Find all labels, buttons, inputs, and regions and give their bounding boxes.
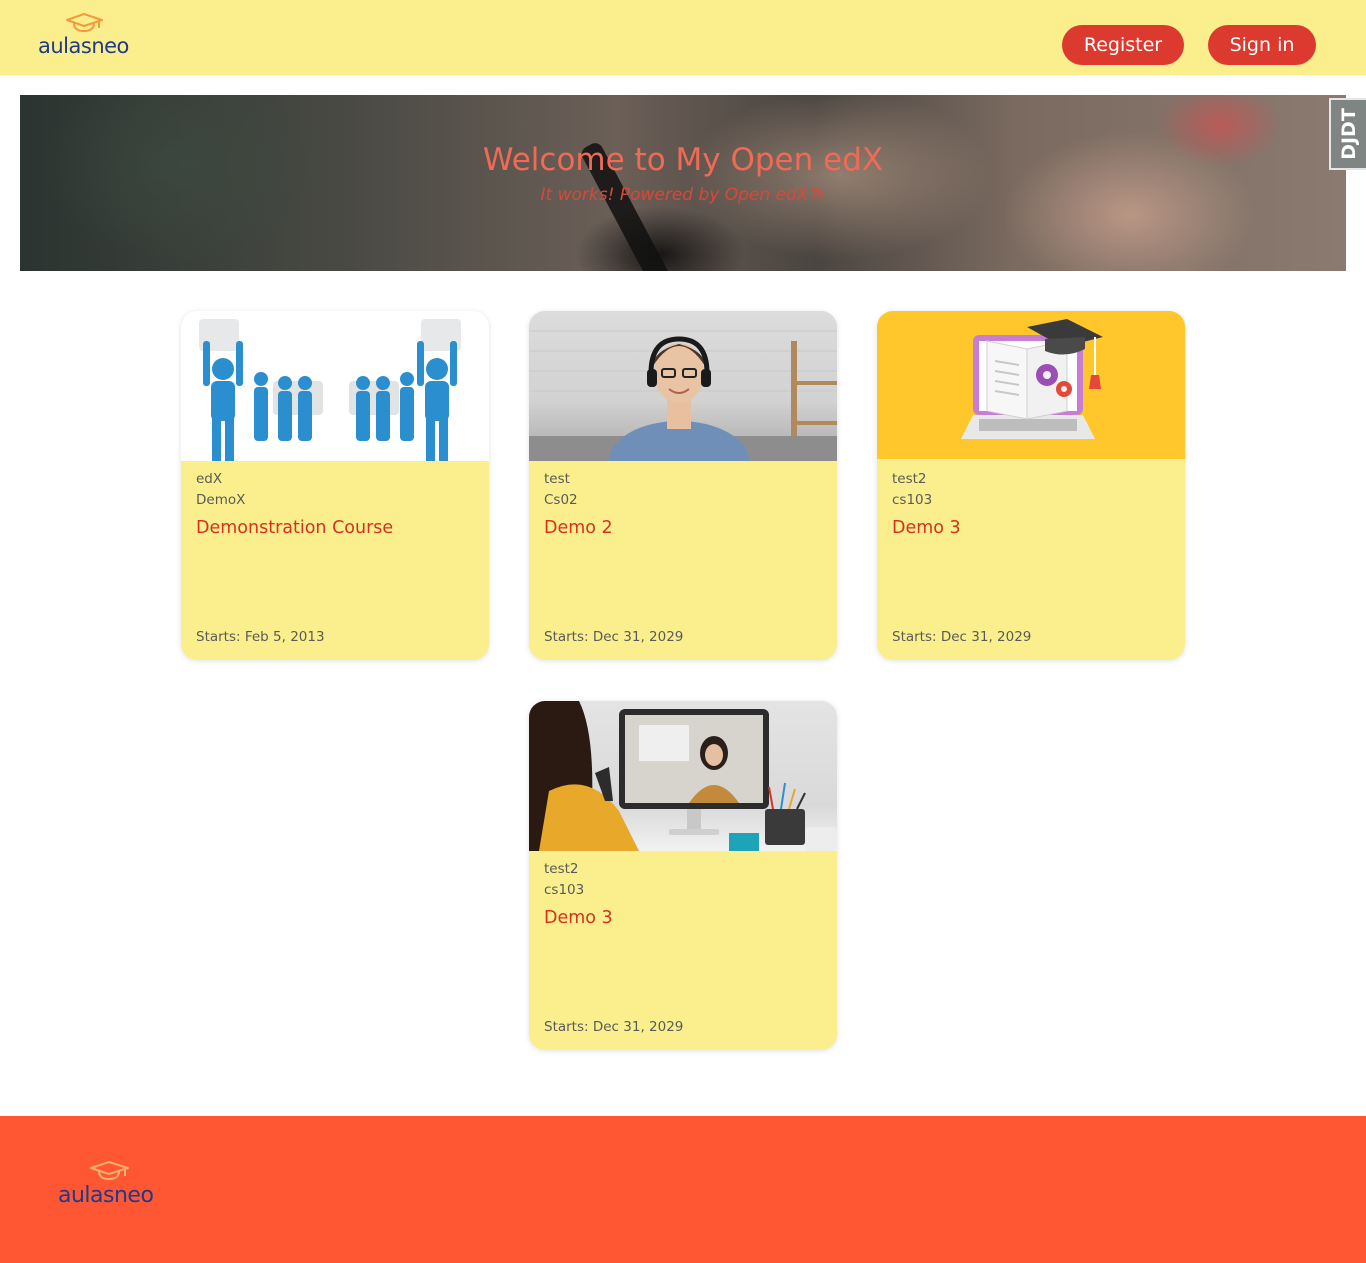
header-logo[interactable]: aulasneo [38, 12, 138, 58]
logo-wordmark: aulasneo [58, 1183, 154, 1208]
graduation-cap-icon [90, 1161, 129, 1181]
sign-in-button[interactable]: Sign in [1208, 25, 1316, 65]
laptop-book-cap-image [877, 311, 1185, 459]
course-title[interactable]: Demonstration Course [196, 518, 393, 538]
course-org: test2 [544, 861, 579, 877]
course-org: test2 [892, 471, 927, 487]
debug-toolbar-handle[interactable]: DJDT [1329, 98, 1366, 170]
course-title[interactable]: Demo 2 [544, 518, 613, 538]
site-header: aulasneo Register Sign in [0, 0, 1366, 75]
course-start-date: Starts: Feb 5, 2013 [196, 629, 325, 645]
hero-title: Welcome to My Open edX [482, 142, 884, 178]
hero-subtitle: It works! Powered by Open edX® [540, 185, 826, 205]
site-footer: aulasneo [0, 1116, 1366, 1263]
puzzle-team-image [181, 311, 489, 461]
logo-wordmark: aulasneo [38, 34, 129, 58]
course-start-date: Starts: Dec 31, 2029 [892, 629, 1032, 645]
course-start-date: Starts: Dec 31, 2029 [544, 1019, 684, 1035]
course-start-date: Starts: Dec 31, 2029 [544, 629, 684, 645]
course-card-cs103-a[interactable]: test2 cs103 Demo 3 Starts: Dec 31, 2029 [877, 311, 1185, 660]
graduation-cap-icon [66, 13, 103, 33]
course-org: edX [196, 471, 223, 487]
course-title[interactable]: Demo 3 [892, 518, 961, 538]
course-number: DemoX [196, 492, 246, 508]
course-number: cs103 [892, 492, 933, 508]
course-card-demox[interactable]: edX DemoX Demonstration Course Starts: F… [181, 311, 489, 660]
hero-banner: Welcome to My Open edX It works! Powered… [20, 95, 1346, 271]
debug-toolbar-label: DJDT [1337, 108, 1360, 160]
course-title[interactable]: Demo 3 [544, 908, 613, 928]
footer-logo[interactable]: aulasneo [58, 1160, 162, 1208]
course-number: cs103 [544, 882, 585, 898]
course-card-cs103-b[interactable]: test2 cs103 Demo 3 Starts: Dec 31, 2029 [529, 701, 837, 1050]
course-number: Cs02 [544, 492, 578, 508]
course-org: test [544, 471, 570, 487]
course-card-cs02[interactable]: test Cs02 Demo 2 Starts: Dec 31, 2029 [529, 311, 837, 660]
student-headphones-image [529, 311, 837, 461]
video-call-image [529, 701, 837, 851]
register-button[interactable]: Register [1062, 25, 1184, 65]
